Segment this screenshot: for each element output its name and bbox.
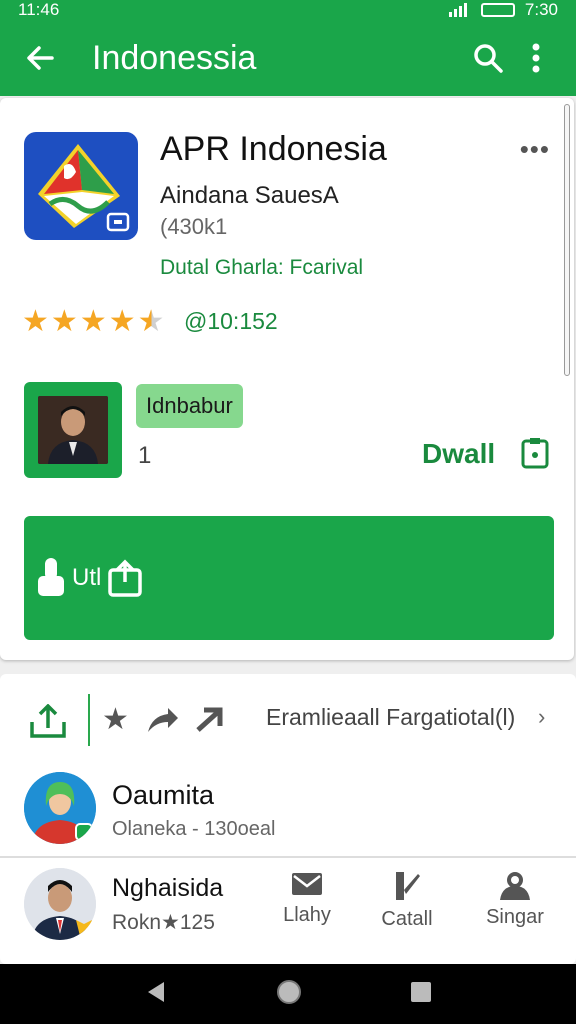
nav-back-button[interactable] bbox=[144, 980, 168, 1009]
star-icon: ★ bbox=[108, 305, 136, 338]
primary-action-button[interactable]: Utl bbox=[24, 516, 554, 640]
primary-action-label: Utl bbox=[72, 564, 102, 591]
triangle-back-icon bbox=[147, 981, 164, 1002]
app-size: (430k1 bbox=[160, 214, 228, 239]
scrollbar[interactable] bbox=[564, 104, 570, 376]
battery-icon bbox=[480, 3, 515, 17]
star-icon: ★ bbox=[22, 305, 49, 338]
touch-icon bbox=[38, 558, 64, 596]
user-subtitle: Rokn★125 bbox=[112, 911, 215, 934]
rating-count: @10:152 bbox=[184, 308, 278, 335]
app-details-card: APR Indonesia Aindana SauesA (430k1 Duta… bbox=[0, 98, 574, 660]
user-avatar-icon bbox=[24, 868, 96, 940]
app-logo bbox=[24, 132, 138, 240]
arrow-up-right-icon bbox=[196, 707, 223, 732]
user-subtitle: Olaneka - 130oeal bbox=[112, 818, 276, 840]
item-count: 1 bbox=[138, 442, 152, 469]
person-icon bbox=[500, 872, 530, 900]
mail-icon bbox=[292, 873, 322, 895]
person-photo-icon bbox=[38, 396, 108, 464]
back-button[interactable] bbox=[16, 34, 64, 82]
nav-home-button[interactable] bbox=[275, 978, 303, 1011]
tab-singar[interactable]: Singar bbox=[470, 870, 560, 929]
back-arrow-icon bbox=[27, 46, 54, 70]
signal-icon bbox=[448, 3, 467, 17]
dwall-link[interactable]: Dwall bbox=[422, 438, 495, 470]
status-time-right: 7:30 bbox=[524, 0, 558, 19]
breadcrumb-link[interactable]: Eramlieaall Fargatiotal(l) bbox=[266, 704, 515, 731]
user-avatar[interactable] bbox=[24, 868, 96, 940]
tab-llahy[interactable]: Llahy bbox=[262, 870, 352, 927]
vertical-divider bbox=[88, 694, 90, 746]
rating-count-text: @10:152 bbox=[184, 308, 278, 334]
upload-box-icon bbox=[108, 559, 143, 597]
user-avatar[interactable] bbox=[24, 772, 96, 844]
status-time-left: 11:46 bbox=[18, 0, 60, 19]
tag-chip[interactable]: Idnbabur bbox=[136, 384, 243, 428]
tab-label: Llahy bbox=[283, 904, 331, 926]
app-name: APR Indonesia bbox=[160, 130, 387, 168]
status-right: 7:30 bbox=[448, 0, 558, 20]
share-button[interactable] bbox=[28, 703, 68, 745]
more-horiz-icon[interactable]: ••• bbox=[520, 134, 550, 165]
app-logo-icon bbox=[38, 144, 130, 232]
share-upload-icon bbox=[30, 703, 66, 738]
user-name[interactable]: Oaumita bbox=[112, 780, 214, 811]
half-star-icon: ★ bbox=[137, 305, 165, 338]
tab-label: Catall bbox=[381, 908, 433, 930]
save-icon bbox=[521, 438, 549, 469]
more-vert-icon bbox=[532, 43, 540, 73]
forward-button[interactable] bbox=[146, 706, 180, 739]
page-title: Indonessia bbox=[92, 38, 257, 77]
circle-home-icon bbox=[276, 979, 301, 1004]
nav-recents-button[interactable] bbox=[410, 981, 432, 1008]
activity-card: ★ Eramlieaall Fargatiotal(l) › Oaumita O… bbox=[0, 674, 576, 964]
tab-label: Singar bbox=[486, 906, 544, 928]
divider bbox=[0, 856, 576, 858]
download-icon bbox=[396, 872, 420, 900]
search-button[interactable] bbox=[464, 34, 512, 82]
open-button[interactable] bbox=[194, 706, 224, 739]
search-icon bbox=[474, 44, 503, 73]
star-icon: ★ bbox=[79, 305, 107, 338]
developer-avatar-box[interactable] bbox=[24, 382, 122, 478]
status-bar: 11:46 7:30 bbox=[0, 0, 576, 20]
star-rating: ★ ★ ★ ★ ★ bbox=[22, 304, 165, 339]
app-bar: Indonessia bbox=[0, 20, 576, 96]
tab-catall[interactable]: Catall bbox=[362, 870, 452, 931]
user-name[interactable]: Nghaisida bbox=[112, 874, 223, 903]
app-category[interactable]: Dutal Gharla: Fcarival bbox=[160, 256, 363, 280]
chevron-right-icon[interactable]: › bbox=[538, 704, 545, 730]
user-avatar-icon bbox=[24, 772, 96, 844]
app-developer[interactable]: Aindana SauesA bbox=[160, 182, 339, 210]
star-outline-icon[interactable]: ★ bbox=[102, 702, 129, 737]
overflow-menu-button[interactable] bbox=[512, 34, 560, 82]
system-nav-bar bbox=[0, 964, 576, 1024]
save-button[interactable] bbox=[520, 436, 550, 475]
forward-arrow-icon bbox=[148, 708, 178, 732]
developer-avatar bbox=[38, 396, 108, 464]
square-recents-icon bbox=[411, 981, 432, 1002]
star-icon: ★ bbox=[50, 305, 78, 338]
